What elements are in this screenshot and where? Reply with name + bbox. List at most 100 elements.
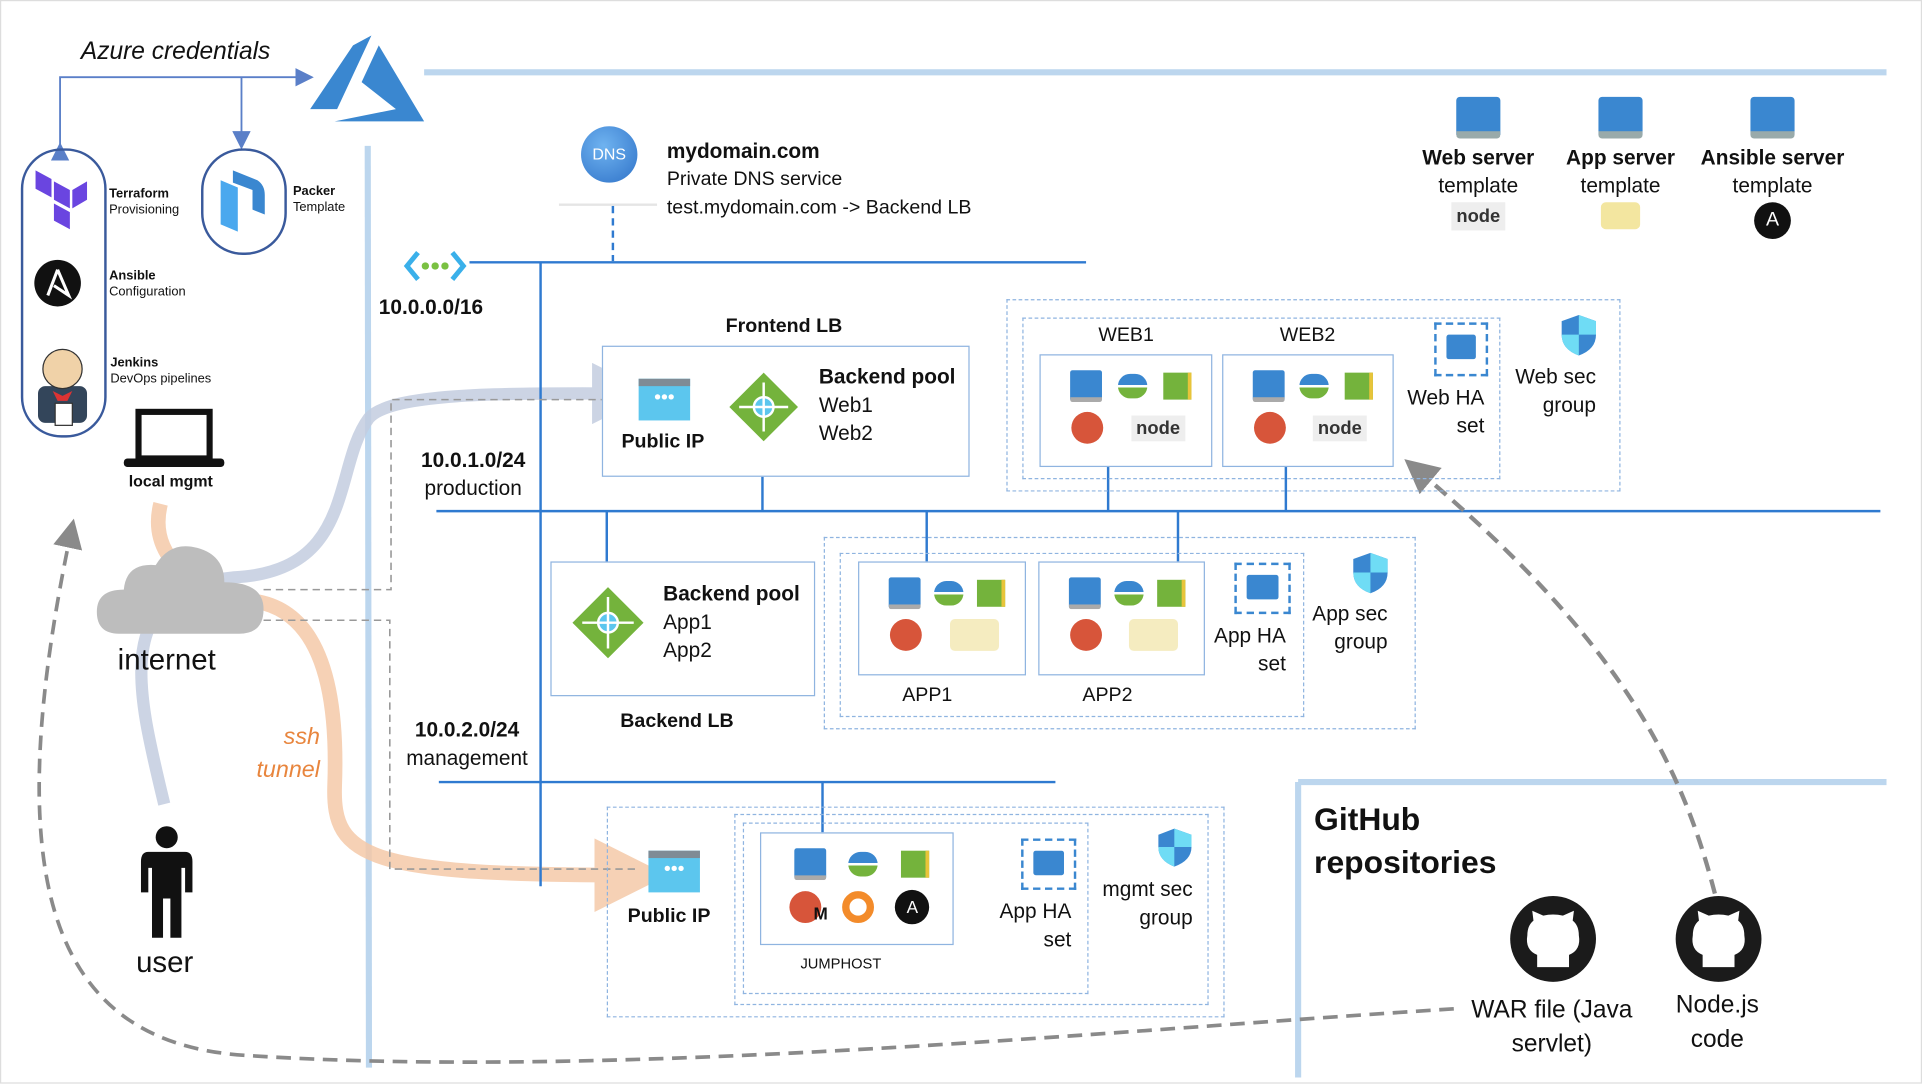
ha-line: App HA: [999, 899, 1072, 924]
terraform-desc: Provisioning: [109, 202, 180, 217]
vm-icon: [1068, 577, 1101, 610]
user-icon: [140, 826, 193, 938]
vnet-cidr: 10.0.0.0/16: [378, 295, 484, 319]
architecture-diagram: Azure credentials Terraform Provisioning …: [0, 0, 1922, 1084]
app-ha-label: App HA set: [1188, 621, 1286, 677]
github-icon: [1675, 896, 1762, 982]
tomcat-logo-icon: [1128, 619, 1178, 651]
pool-member: Web1: [818, 393, 873, 417]
production-name: production: [424, 476, 522, 501]
dns-info: mydomain.com Private DNS service test.my…: [667, 137, 972, 222]
prometheus-icon: [1071, 411, 1104, 444]
dns-domain: mydomain.com: [666, 139, 820, 164]
backend-lb-title: Backend LB: [620, 710, 734, 732]
m-badge: M: [813, 903, 828, 924]
pool-member: App1: [663, 610, 712, 634]
management-cidr: 10.0.2.0/24: [414, 718, 520, 742]
tomcat-logo-icon: [949, 619, 999, 651]
ansible-desc: Configuration: [109, 284, 186, 300]
nic-icon: [900, 850, 929, 878]
terraform-label: Terraform: [109, 186, 169, 202]
jenkins-label: Jenkins: [110, 355, 159, 371]
packer-desc: Template: [292, 199, 346, 215]
sec-line: Web sec: [1515, 365, 1596, 389]
repo-line: code: [1690, 1025, 1744, 1053]
web1-vm: node: [1039, 354, 1213, 468]
frontend-lb-title: Frontend LB: [725, 316, 843, 338]
app1-vm: [858, 561, 1026, 676]
shield-icon: [1353, 552, 1388, 594]
vm-icon: [888, 577, 921, 610]
app-sec-label: App sec group: [1294, 599, 1387, 655]
vm-icon: [1252, 370, 1285, 403]
vm-template-icon: [1598, 96, 1643, 139]
nodejs-repo-label: Node.js code: [1644, 988, 1791, 1057]
availability-set-icon: [1434, 322, 1489, 377]
jumphost-label: JUMPHOST: [800, 954, 882, 973]
dns-icon: DNS: [581, 126, 638, 183]
template-title: Ansible server: [1700, 145, 1845, 170]
web1-label: WEB1: [1098, 324, 1154, 346]
packer-label: Packer: [292, 183, 336, 199]
disk-icon: [1113, 581, 1144, 606]
template-tomcat: App server template: [1535, 96, 1707, 230]
ansible-icon: [34, 259, 81, 307]
nic-icon: [1344, 372, 1373, 400]
disk-icon: [848, 851, 879, 877]
vm-icon: [1070, 370, 1103, 403]
disk-icon: [1299, 373, 1330, 399]
local-mgmt-label: local mgmt: [128, 471, 213, 491]
prometheus-icon: M: [788, 891, 828, 924]
web2-label: WEB2: [1279, 324, 1336, 346]
dns-record: test.mydomain.com -> Backend LB: [666, 197, 972, 219]
load-balancer-icon: [572, 587, 644, 659]
ha-line: set: [1258, 652, 1286, 676]
ha-line: set: [1043, 927, 1072, 952]
user-label: user: [136, 946, 194, 980]
load-balancer-icon: [729, 372, 798, 442]
web-sec-label: Web sec group: [1503, 363, 1596, 419]
ha-line: Web HA: [1407, 386, 1485, 410]
github-title-line: GitHub: [1314, 800, 1421, 838]
vm-template-icon: [1456, 96, 1501, 139]
web2-vm: node: [1222, 354, 1394, 468]
template-title: App server: [1566, 145, 1675, 170]
template-subtitle: template: [1580, 174, 1661, 198]
ansible-label: Ansible: [109, 268, 156, 284]
jenkins-desc: DevOps pipelines: [110, 371, 212, 387]
repo-line: Node.js: [1675, 991, 1759, 1019]
jenkins-icon: [37, 348, 88, 426]
production-cidr: 10.0.1.0/24: [421, 448, 526, 472]
management-subnet-label: 10.0.2.0/24 management: [393, 716, 540, 772]
template-subtitle: template: [1732, 174, 1813, 198]
web-ha-label: Web HA set: [1386, 384, 1484, 440]
sec-line: group: [1334, 630, 1388, 654]
github-icon: [1510, 896, 1596, 982]
disk-icon: [934, 581, 964, 606]
mgmt-ha-label: App HA set: [973, 897, 1072, 953]
azure-credentials-label: Azure credentials: [80, 37, 271, 65]
sec-line: App sec: [1312, 601, 1388, 626]
dns-service: Private DNS service: [666, 169, 843, 190]
ssh-tunnel-label: ssh tunnel: [246, 721, 319, 787]
github-title: GitHub repositories: [1314, 798, 1496, 884]
azure-logo-icon: [310, 35, 425, 122]
nic-icon: [1162, 372, 1192, 400]
tomcat-logo-icon: [1600, 202, 1641, 230]
war-repo-label: WAR file (Java servlet): [1454, 993, 1650, 1062]
mgmt-public-ip-label: Public IP: [627, 905, 711, 927]
app2-label: APP2: [1082, 685, 1133, 707]
pool-title: Backend pool: [663, 582, 800, 606]
vm-icon: [794, 848, 827, 881]
app2-vm: [1038, 561, 1205, 676]
availability-set-icon: [1234, 562, 1291, 615]
template-ansible: Ansible server template A: [1687, 96, 1859, 240]
pool-member: App2: [663, 638, 712, 662]
pool-title: Backend pool: [818, 365, 956, 389]
ansible-icon: A: [895, 889, 930, 925]
nodejs-logo-icon: node: [1131, 414, 1185, 441]
frontend-pool: Backend pool Web1 Web2: [819, 363, 956, 448]
jumphost-vm: MA: [759, 832, 954, 946]
pool-member: Web2: [818, 421, 873, 445]
production-subnet-label: 10.0.1.0/24 production: [400, 446, 547, 502]
